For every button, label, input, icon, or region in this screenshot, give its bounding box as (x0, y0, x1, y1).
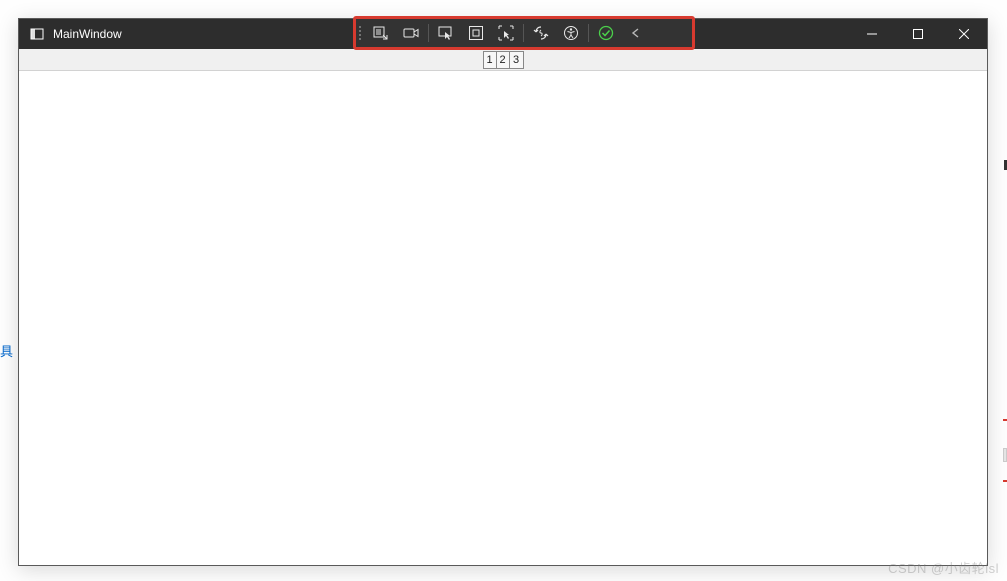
close-icon (959, 29, 969, 39)
layout-adorners-button[interactable] (461, 20, 491, 46)
close-button[interactable] (941, 19, 987, 49)
app-icon (29, 26, 45, 42)
status-ok-button[interactable] (591, 20, 621, 46)
live-visual-tree-button[interactable] (366, 20, 396, 46)
toolbar-separator (588, 24, 589, 42)
camera-icon (403, 25, 419, 41)
offscreen-fragment (1003, 448, 1007, 462)
accessibility-button[interactable] (556, 20, 586, 46)
status-ok-icon (598, 25, 614, 41)
live-visual-tree-icon (373, 25, 389, 41)
track-focused-element-icon (498, 25, 514, 41)
minimize-button[interactable] (849, 19, 895, 49)
header-cell[interactable]: 2 (497, 52, 510, 68)
header-cell[interactable]: 3 (510, 52, 523, 68)
offscreen-fragment (1003, 419, 1007, 421)
debug-toolbar-highlight (353, 16, 695, 50)
collapse-button[interactable] (621, 20, 651, 46)
maximize-icon (913, 29, 923, 39)
hot-reload-button[interactable] (526, 20, 556, 46)
toolbar-separator (428, 24, 429, 42)
main-window: MainWindow (18, 18, 988, 566)
header-strip: 1 2 3 (19, 49, 987, 71)
minimize-icon (867, 29, 877, 39)
maximize-button[interactable] (895, 19, 941, 49)
truncated-side-text: 具 (0, 341, 13, 360)
window-controls (849, 19, 987, 49)
toolbar-separator (523, 24, 524, 42)
collapse-icon (630, 27, 642, 39)
watermark-text: CSDN @小齿轮lsl (888, 558, 999, 577)
select-element-icon (438, 25, 454, 41)
header-cell[interactable]: 1 (484, 52, 497, 68)
title-bar: MainWindow (19, 19, 987, 49)
select-element-button[interactable] (431, 20, 461, 46)
client-area (19, 71, 987, 565)
hot-reload-icon (533, 25, 549, 41)
window-title: MainWindow (53, 27, 122, 41)
header-cells: 1 2 3 (483, 51, 524, 69)
offscreen-fragment (1003, 480, 1007, 482)
drag-grip-icon[interactable] (358, 22, 366, 44)
track-focus-button[interactable] (491, 20, 521, 46)
display-layout-adorners-icon (468, 25, 484, 41)
camera-button[interactable] (396, 20, 426, 46)
debug-toolbar (358, 20, 690, 46)
accessibility-icon (563, 25, 579, 41)
